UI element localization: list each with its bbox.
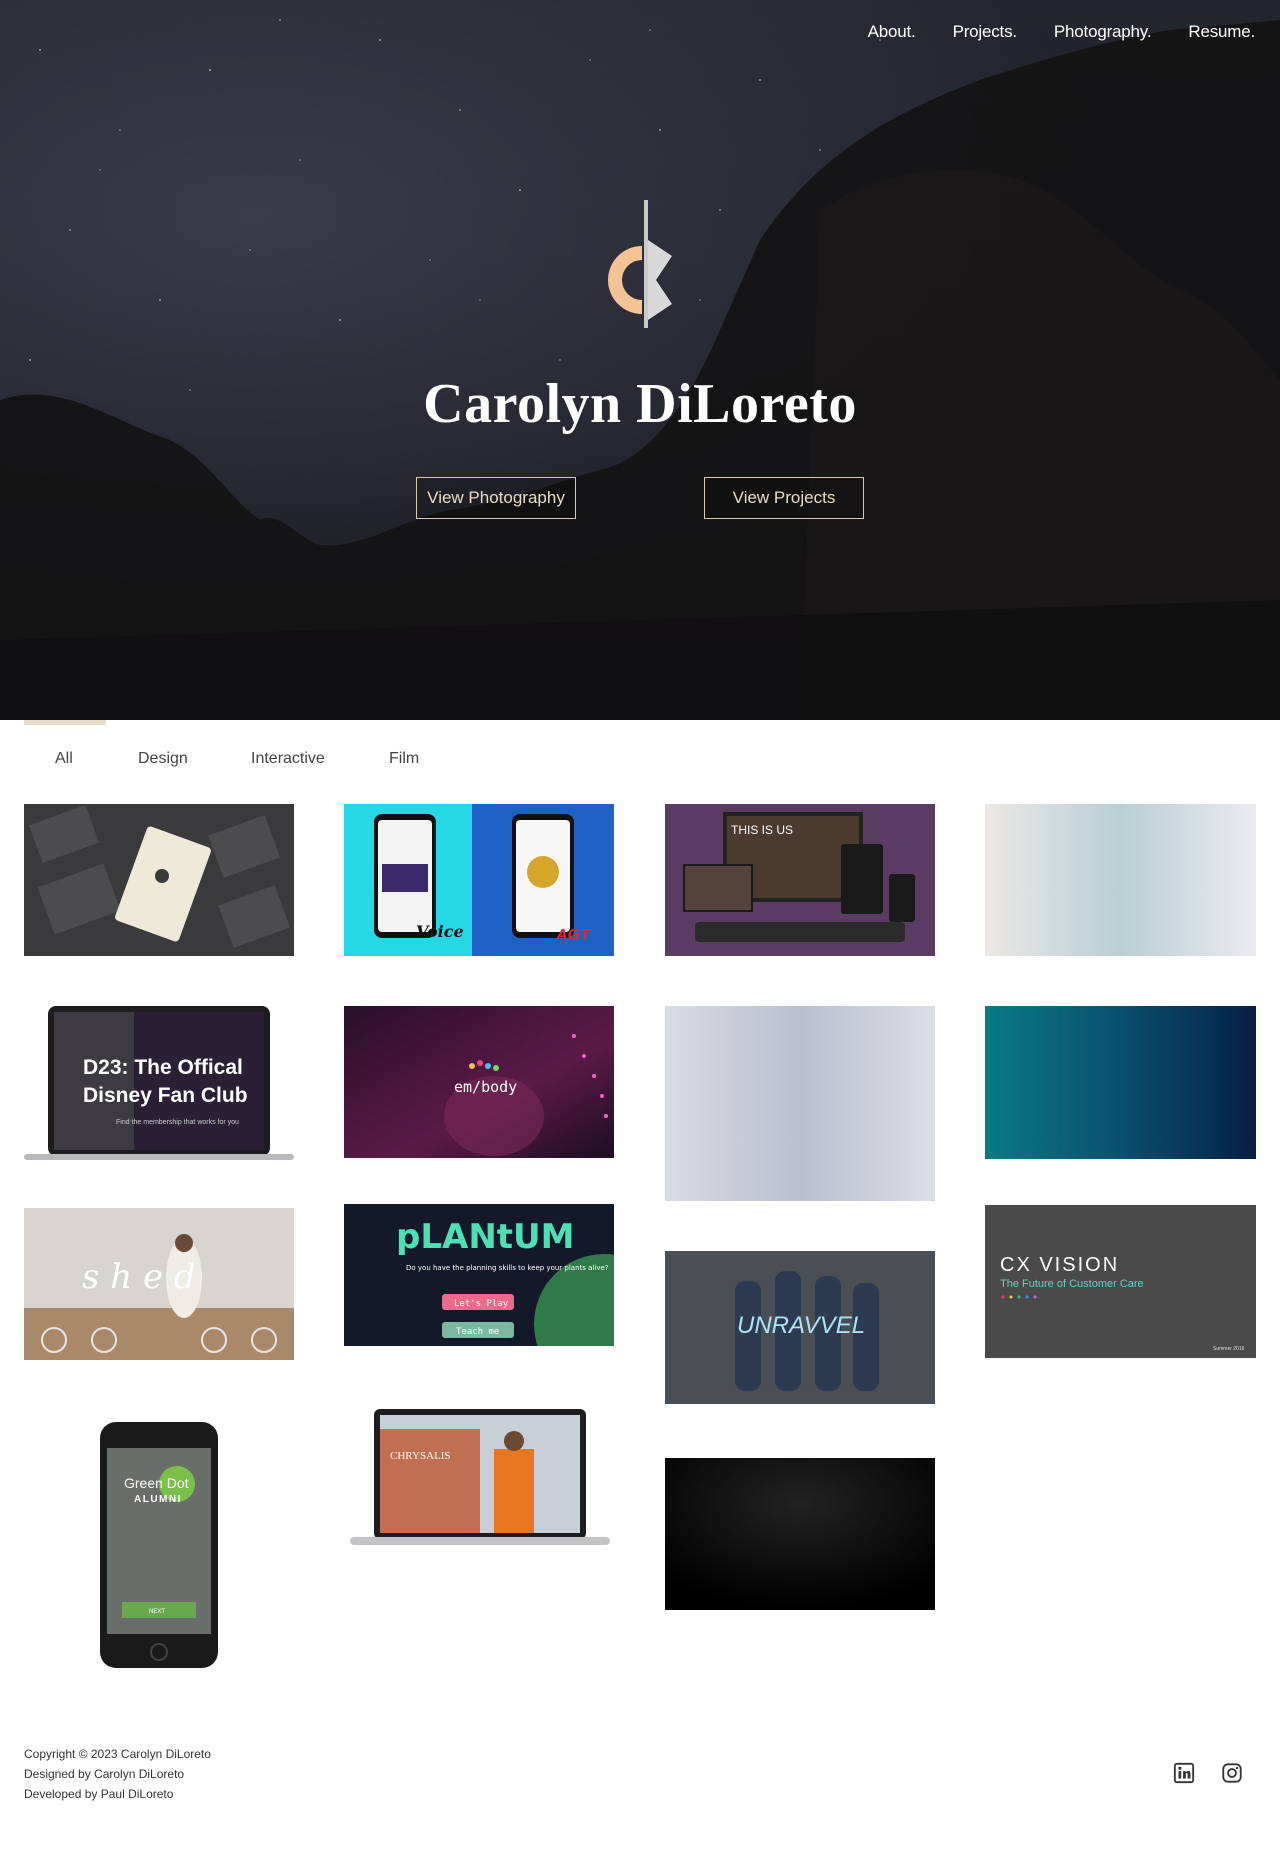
nav-photography[interactable]: Photography. [1054,22,1152,42]
project-card-unravvel[interactable]: UNRAVVEL [665,1251,935,1404]
voice-logo: Voice [416,922,464,941]
project-card-loading-2[interactable] [665,1006,935,1201]
project-thumbnail [665,1006,935,1201]
tab-design[interactable]: Design [138,750,188,768]
green-dot-line1: Green Dot [124,1475,189,1491]
footer-credits: Copyright © 2023 Carolyn DiLoreto Design… [24,1744,211,1804]
cx-vision-title: CX VISION [1000,1254,1119,1276]
linkedin-icon[interactable] [1173,1762,1195,1784]
project-grid: Voice AGT THIS IS US D23: The Offical Di… [0,804,1280,1744]
nav-about[interactable]: About. [868,22,916,42]
plantum-teach: Teach me [456,1327,499,1337]
project-card-embody[interactable]: em/body [344,1006,614,1158]
tab-film[interactable]: Film [389,750,419,768]
shed-title: s h e d [82,1257,196,1297]
project-card-loading-1[interactable] [985,804,1256,956]
project-filter-tabs: All Design Interactive Film [0,720,1280,804]
instagram-icon[interactable] [1221,1762,1243,1784]
d23-subtitle: Find the membership that works for you [116,1119,239,1126]
project-thumbnail: UNRAVVEL [665,1251,935,1404]
site-footer: Copyright © 2023 Carolyn DiLoreto Design… [0,1744,1280,1868]
hero-background [0,19,1280,720]
project-thumbnail [985,804,1256,956]
footer-copyright: Copyright © 2023 Carolyn DiLoreto [24,1747,211,1761]
project-card-d23[interactable]: D23: The Offical Disney Fan Club Find th… [24,1006,294,1161]
project-card-cx-vision[interactable]: CX VISION The Future of Customer Care Su… [985,1205,1256,1358]
project-thumbnail [985,1006,1256,1159]
view-projects-button[interactable]: View Projects [704,477,864,519]
tab-interactive[interactable]: Interactive [251,750,325,768]
project-thumbnail: Green Dot ALUMNI NEXT [24,1422,294,1670]
cd-logo-icon [608,200,672,328]
plantum-title: pLANtUM [396,1217,574,1257]
agt-logo: AGT [555,927,591,944]
d23-title-line2: Disney Fan Club [83,1084,248,1107]
project-card-green-dot[interactable]: Green Dot ALUMNI NEXT [24,1422,294,1670]
project-card-nbc-apps[interactable]: Voice AGT [344,804,614,956]
hero-title: Carolyn DiLoreto [423,373,857,435]
project-thumbnail: CX VISION The Future of Customer Care Su… [985,1205,1256,1358]
project-card-this-is-us[interactable]: THIS IS US [665,804,935,956]
unravvel-title: UNRAVVEL [737,1312,865,1339]
plantum-play: Let's Play [454,1299,509,1309]
project-card-cx-app[interactable] [24,804,294,956]
footer-designed-by: Designed by Carolyn DiLoreto [24,1767,185,1781]
project-thumbnail: D23: The Offical Disney Fan Club Find th… [24,1006,294,1161]
view-photography-button[interactable]: View Photography [416,477,576,519]
project-card-chrysalis[interactable]: CHRYSALIS [344,1409,614,1559]
green-dot-next: NEXT [149,1609,165,1615]
footer-developed-by: Developed by Paul DiLoreto [24,1787,174,1801]
cx-vision-date: Summer 2016 [1213,1346,1245,1352]
tab-all[interactable]: All [55,750,73,768]
project-thumbnail [665,1458,935,1610]
project-thumbnail: em/body [344,1006,614,1158]
chrysalis-title: CHRYSALIS [390,1450,451,1462]
project-thumbnail: THIS IS US [665,804,935,956]
project-card-shed[interactable]: s h e d [24,1208,294,1360]
nav-resume[interactable]: Resume. [1188,22,1255,42]
project-card-loading-4[interactable] [665,1458,935,1610]
project-thumbnail: CHRYSALIS [344,1409,614,1559]
green-dot-line2: ALUMNI [134,1494,182,1505]
project-thumbnail: s h e d [24,1208,294,1360]
nav-projects[interactable]: Projects. [953,22,1018,42]
embody-title: em/body [454,1078,517,1096]
plantum-question: Do you have the planning skills to keep … [406,1264,609,1272]
cx-vision-subtitle: The Future of Customer Care [1000,1278,1144,1290]
project-thumbnail: Voice AGT [344,804,614,956]
active-tab-indicator [24,720,106,725]
project-card-plantum[interactable]: pLANtUM Do you have the planning skills … [344,1204,614,1346]
project-thumbnail: pLANtUM Do you have the planning skills … [344,1204,614,1346]
project-thumbnail [24,804,294,956]
main-nav: About. Projects. Photography. Resume. [868,22,1256,42]
hero-section: About. Projects. Photography. Resume. Ca… [0,0,1280,720]
this-is-us-title: THIS IS US [731,823,793,837]
d23-title-line1: D23: The Offical [83,1056,243,1079]
project-card-loading-3[interactable] [985,1006,1256,1159]
